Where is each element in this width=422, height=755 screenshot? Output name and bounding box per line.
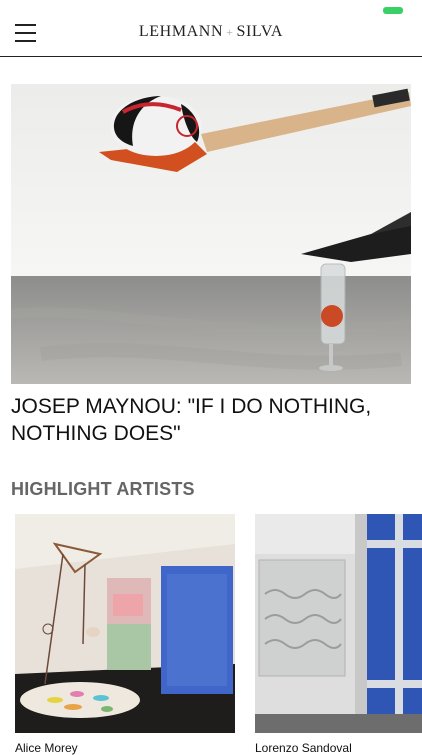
status-indicator	[383, 7, 403, 14]
highlight-artists-heading: HIGHLIGHT ARTISTS	[11, 479, 195, 499]
brand-logo-left: LEHMANN	[138, 23, 224, 40]
exhibition-title[interactable]: JOSEP MAYNOU: "IF I DO NOTHING, NOTHING …	[11, 393, 406, 447]
app-header: LEHMANN + SILVA	[0, 0, 422, 57]
artist-card[interactable]: Lorenzo Sandoval	[255, 514, 422, 755]
brand-logo-right: SILVA	[236, 23, 284, 40]
hero-image[interactable]	[11, 84, 411, 384]
brand-logo[interactable]: LEHMANN + SILVA	[0, 23, 422, 41]
artist-card[interactable]: Alice Morey	[15, 514, 235, 755]
artist-image[interactable]	[255, 514, 422, 733]
artist-name[interactable]: Alice Morey	[15, 741, 235, 755]
artist-name[interactable]: Lorenzo Sandoval	[255, 741, 422, 755]
artist-image[interactable]	[15, 514, 235, 733]
brand-logo-separator: +	[226, 25, 234, 39]
